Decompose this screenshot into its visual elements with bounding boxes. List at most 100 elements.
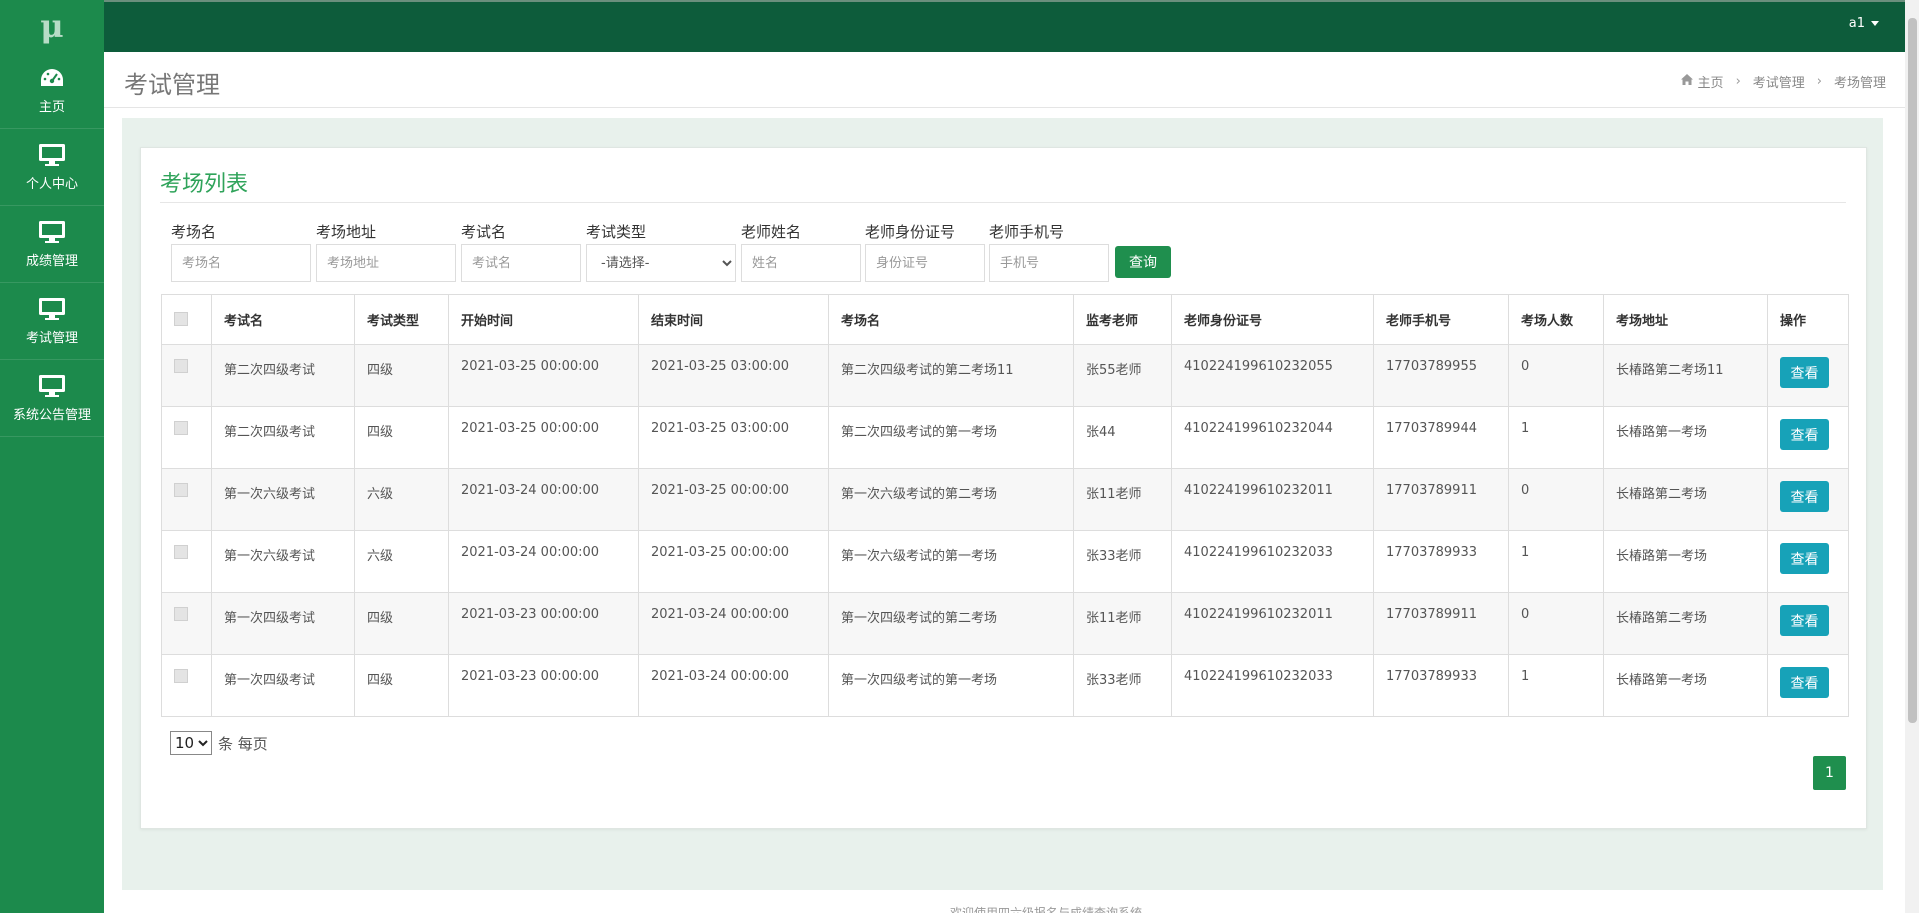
page-size-suffix: 条 每页 — [218, 734, 268, 753]
scrollbar-thumb[interactable] — [1908, 18, 1917, 723]
row-select-cell — [161, 406, 212, 469]
table-header-row: 考试名 考试类型 开始时间 结束时间 考场名 监考老师 老师身份证号 老师手机号… — [161, 294, 1849, 345]
table-cell: 2021-03-24 00:00:00 — [638, 592, 829, 655]
view-button[interactable]: 查看 — [1780, 543, 1829, 574]
table-cell: 17703789955 — [1373, 344, 1509, 407]
filter-exam-name: 考试名 — [461, 221, 581, 282]
row-checkbox[interactable] — [174, 669, 188, 683]
row-select-cell — [161, 654, 212, 717]
sidebar-item-home[interactable]: 主页 — [0, 52, 104, 129]
user-menu[interactable]: a1 — [1849, 16, 1879, 31]
table-cell: 张33老师 — [1073, 530, 1172, 593]
view-button[interactable]: 查看 — [1780, 481, 1829, 512]
teacher-id-input[interactable] — [865, 244, 985, 282]
action-cell: 查看 — [1767, 344, 1849, 407]
panel-title: 考场列表 — [160, 172, 249, 197]
table-cell: 0 — [1508, 468, 1604, 531]
sidebar: μ 主页 个人中心 成绩管理 考试管理 系统公告管理 — [0, 0, 104, 913]
view-button[interactable]: 查看 — [1780, 419, 1829, 450]
select-all-checkbox[interactable] — [174, 311, 188, 326]
table-cell: 2021-03-25 00:00:00 — [638, 468, 829, 531]
monitor-icon — [37, 142, 67, 168]
table-cell: 第二次四级考试 — [211, 406, 355, 469]
sidebar-item-score-management[interactable]: 成绩管理 — [0, 206, 104, 283]
table-cell: 长椿路第二考场11 — [1603, 344, 1768, 407]
table-cell: 第一次四级考试的第一考场 — [828, 654, 1074, 717]
sidebar-item-label: 成绩管理 — [25, 254, 78, 269]
action-cell: 查看 — [1767, 530, 1849, 593]
table-cell: 17703789933 — [1373, 530, 1509, 593]
view-button[interactable]: 查看 — [1780, 605, 1829, 636]
table-cell: 第二次四级考试 — [211, 344, 355, 407]
row-checkbox[interactable] — [174, 483, 188, 497]
panel-divider — [160, 202, 1846, 203]
app-logo: μ — [40, 7, 64, 45]
breadcrumb-separator: › — [1816, 74, 1822, 89]
table-cell: 17703789944 — [1373, 406, 1509, 469]
table-cell: 2021-03-23 00:00:00 — [448, 654, 639, 717]
table-cell: 410224199610232033 — [1171, 530, 1374, 593]
table-cell: 长椿路第一考场 — [1603, 654, 1768, 717]
row-checkbox[interactable] — [174, 607, 188, 621]
column-header: 开始时间 — [448, 294, 639, 345]
exam-room-name-input[interactable] — [171, 244, 311, 282]
filter-teacher-id: 老师身份证号 — [865, 221, 985, 282]
page-size-select[interactable]: 10 — [170, 731, 212, 755]
table-cell: 张55老师 — [1073, 344, 1172, 407]
sidebar-item-announcement-management[interactable]: 系统公告管理 — [0, 360, 104, 437]
exam-type-select[interactable]: -请选择- — [586, 244, 736, 282]
page-header: 考试管理 主页 › 考试管理 › 考场管理 — [104, 52, 1905, 108]
table-row: 第一次四级考试 四级 2021-03-23 00:00:00 2021-03-2… — [161, 654, 1849, 717]
sidebar-item-exam-management[interactable]: 考试管理 — [0, 283, 104, 360]
table-row: 第一次四级考试 四级 2021-03-23 00:00:00 2021-03-2… — [161, 592, 1849, 655]
table-cell: 2021-03-24 00:00:00 — [638, 654, 829, 717]
exam-name-input[interactable] — [461, 244, 581, 282]
table-cell: 第二次四级考试的第二考场11 — [828, 344, 1074, 407]
dashboard-icon — [37, 65, 67, 91]
filter-teacher-name: 老师姓名 — [741, 221, 861, 282]
teacher-phone-input[interactable] — [989, 244, 1109, 282]
breadcrumb-current: 考场管理 — [1833, 76, 1886, 91]
column-header: 考场名 — [828, 294, 1074, 345]
table-row: 第二次四级考试 四级 2021-03-25 00:00:00 2021-03-2… — [161, 344, 1849, 407]
sidebar-item-label: 个人中心 — [25, 177, 78, 192]
row-checkbox[interactable] — [174, 359, 188, 373]
column-header: 考试类型 — [354, 294, 449, 345]
table-cell: 四级 — [354, 654, 449, 717]
footer-text: 欢迎使用四六级报名与成绩查询系统 — [950, 906, 1143, 913]
exam-room-address-input[interactable] — [316, 244, 456, 282]
page-button-current[interactable]: 1 — [1813, 756, 1846, 790]
action-cell: 查看 — [1767, 654, 1849, 717]
sidebar-item-label: 主页 — [38, 100, 65, 115]
action-cell: 查看 — [1767, 406, 1849, 469]
table-cell: 张33老师 — [1073, 654, 1172, 717]
column-header: 老师手机号 — [1373, 294, 1509, 345]
filter-label: 考场名 — [171, 223, 217, 241]
table-cell: 第一次六级考试的第一考场 — [828, 530, 1074, 593]
sidebar-item-personal-center[interactable]: 个人中心 — [0, 129, 104, 206]
exam-room-panel: 考场列表 考场名 考场地址 考试名 考试类型 -请选择- 老师姓名 老师身份证号 — [140, 147, 1867, 829]
breadcrumb-separator: › — [1735, 74, 1741, 89]
table-cell: 2021-03-25 03:00:00 — [638, 406, 829, 469]
table-cell: 410224199610232044 — [1171, 406, 1374, 469]
table-cell: 长椿路第二考场 — [1603, 468, 1768, 531]
filter-label: 考场地址 — [316, 223, 377, 241]
view-button[interactable]: 查看 — [1780, 667, 1829, 698]
username: a1 — [1848, 16, 1865, 31]
row-checkbox[interactable] — [174, 545, 188, 559]
teacher-name-input[interactable] — [741, 244, 861, 282]
top-navbar: a1 — [104, 0, 1905, 52]
query-button[interactable]: 查询 — [1115, 246, 1171, 278]
filter-label: 考试类型 — [586, 223, 647, 241]
breadcrumb-exam-management[interactable]: 考试管理 — [1753, 72, 1805, 91]
view-button[interactable]: 查看 — [1780, 357, 1829, 388]
table-row: 第二次四级考试 四级 2021-03-25 00:00:00 2021-03-2… — [161, 406, 1849, 469]
row-checkbox[interactable] — [174, 421, 188, 435]
breadcrumb-home[interactable]: 主页 — [1698, 72, 1724, 91]
table-cell: 张44 — [1073, 406, 1172, 469]
sidebar-item-label: 考试管理 — [25, 331, 78, 346]
row-select-cell — [161, 530, 212, 593]
table-cell: 第一次四级考试 — [211, 654, 355, 717]
vertical-scrollbar[interactable] — [1905, 0, 1919, 913]
table-cell: 2021-03-25 00:00:00 — [638, 530, 829, 593]
